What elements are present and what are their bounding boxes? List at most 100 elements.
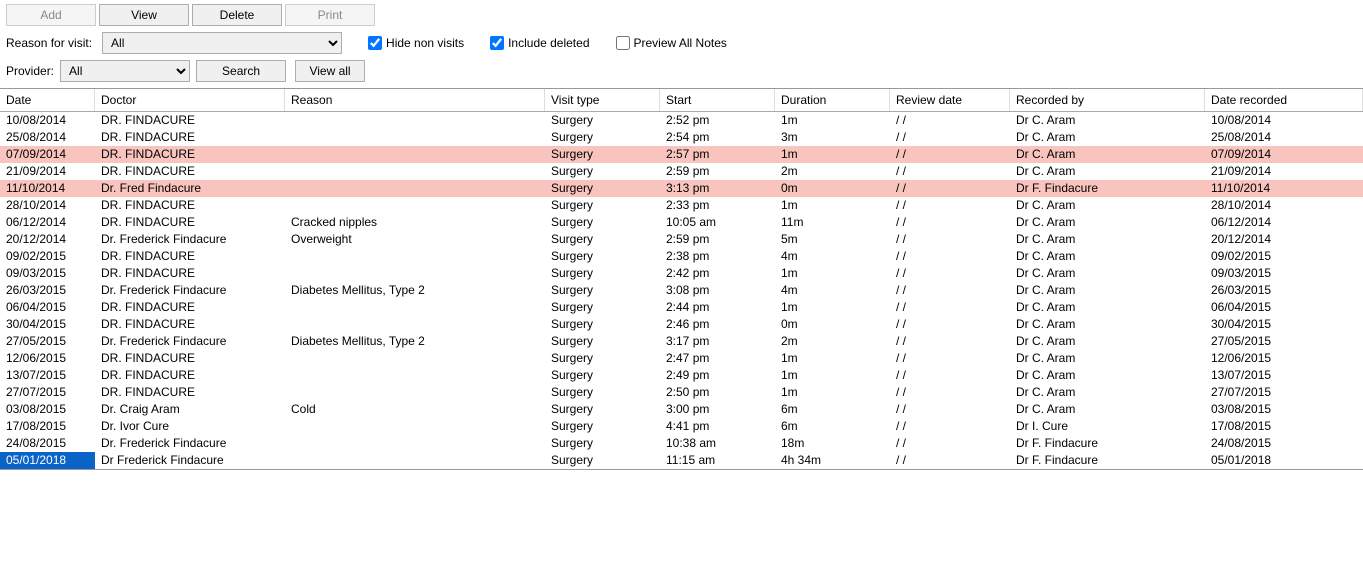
table-row[interactable]: 07/09/2014DR. FINDACURESurgery2:57 pm1m/… bbox=[0, 146, 1363, 163]
include-deleted-checkbox[interactable] bbox=[490, 36, 504, 50]
table-row[interactable]: 21/09/2014DR. FINDACURESurgery2:59 pm2m/… bbox=[0, 163, 1363, 180]
cell-reason: Cold bbox=[285, 401, 545, 418]
cell-doctor: DR. FINDACURE bbox=[95, 299, 285, 316]
cell-review: / / bbox=[890, 435, 1010, 452]
print-button[interactable]: Print bbox=[285, 4, 375, 26]
cell-recorded_by: Dr F. Findacure bbox=[1010, 452, 1205, 469]
preview-all-notes-label[interactable]: Preview All Notes bbox=[634, 36, 727, 50]
cell-doctor: DR. FINDACURE bbox=[95, 384, 285, 401]
table-row[interactable]: 20/12/2014Dr. Frederick FindacureOverwei… bbox=[0, 231, 1363, 248]
table-row[interactable]: 09/03/2015DR. FINDACURESurgery2:42 pm1m/… bbox=[0, 265, 1363, 282]
col-date-recorded[interactable]: Date recorded bbox=[1205, 89, 1363, 111]
view-all-button[interactable]: View all bbox=[295, 60, 365, 82]
cell-start: 2:52 pm bbox=[660, 112, 775, 129]
table-row[interactable]: 12/06/2015DR. FINDACURESurgery2:47 pm1m/… bbox=[0, 350, 1363, 367]
cell-visit: Surgery bbox=[545, 231, 660, 248]
cell-recorded_by: Dr C. Aram bbox=[1010, 282, 1205, 299]
table-row[interactable]: 30/04/2015DR. FINDACURESurgery2:46 pm0m/… bbox=[0, 316, 1363, 333]
table-row[interactable]: 06/04/2015DR. FINDACURESurgery2:44 pm1m/… bbox=[0, 299, 1363, 316]
cell-date_recorded: 24/08/2015 bbox=[1205, 435, 1363, 452]
cell-date_recorded: 13/07/2015 bbox=[1205, 367, 1363, 384]
cell-visit: Surgery bbox=[545, 350, 660, 367]
grid-header: Date Doctor Reason Visit type Start Dura… bbox=[0, 89, 1363, 112]
table-row[interactable]: 26/03/2015Dr. Frederick FindacureDiabete… bbox=[0, 282, 1363, 299]
table-row[interactable]: 03/08/2015Dr. Craig AramColdSurgery3:00 … bbox=[0, 401, 1363, 418]
cell-doctor: DR. FINDACURE bbox=[95, 163, 285, 180]
table-row[interactable]: 05/01/2018Dr Frederick FindacureSurgery1… bbox=[0, 452, 1363, 469]
cell-review: / / bbox=[890, 384, 1010, 401]
col-visit-type[interactable]: Visit type bbox=[545, 89, 660, 111]
col-date[interactable]: Date bbox=[0, 89, 95, 111]
cell-start: 2:47 pm bbox=[660, 350, 775, 367]
table-row[interactable]: 25/08/2014DR. FINDACURESurgery2:54 pm3m/… bbox=[0, 129, 1363, 146]
col-start[interactable]: Start bbox=[660, 89, 775, 111]
cell-reason bbox=[285, 146, 545, 163]
cell-date_recorded: 27/07/2015 bbox=[1205, 384, 1363, 401]
cell-date: 28/10/2014 bbox=[0, 197, 95, 214]
table-row[interactable]: 10/08/2014DR. FINDACURESurgery2:52 pm1m/… bbox=[0, 112, 1363, 129]
cell-visit: Surgery bbox=[545, 248, 660, 265]
cell-date: 26/03/2015 bbox=[0, 282, 95, 299]
cell-date: 07/09/2014 bbox=[0, 146, 95, 163]
provider-select[interactable]: All bbox=[60, 60, 190, 82]
cell-review: / / bbox=[890, 316, 1010, 333]
cell-date: 06/04/2015 bbox=[0, 299, 95, 316]
cell-date_recorded: 30/04/2015 bbox=[1205, 316, 1363, 333]
cell-reason bbox=[285, 248, 545, 265]
table-row[interactable]: 17/08/2015Dr. Ivor CureSurgery4:41 pm6m/… bbox=[0, 418, 1363, 435]
cell-recorded_by: Dr C. Aram bbox=[1010, 265, 1205, 282]
cell-date_recorded: 26/03/2015 bbox=[1205, 282, 1363, 299]
include-deleted-label[interactable]: Include deleted bbox=[508, 36, 589, 50]
col-recorded-by[interactable]: Recorded by bbox=[1010, 89, 1205, 111]
reason-select[interactable]: All bbox=[102, 32, 342, 54]
cell-duration: 2m bbox=[775, 333, 890, 350]
table-row[interactable]: 28/10/2014DR. FINDACURESurgery2:33 pm1m/… bbox=[0, 197, 1363, 214]
cell-recorded_by: Dr C. Aram bbox=[1010, 231, 1205, 248]
table-row[interactable]: 06/12/2014DR. FINDACURECracked nipplesSu… bbox=[0, 214, 1363, 231]
cell-recorded_by: Dr C. Aram bbox=[1010, 163, 1205, 180]
delete-button[interactable]: Delete bbox=[192, 4, 282, 26]
preview-all-notes-checkbox[interactable] bbox=[616, 36, 630, 50]
cell-visit: Surgery bbox=[545, 384, 660, 401]
table-row[interactable]: 11/10/2014Dr. Fred FindacureSurgery3:13 … bbox=[0, 180, 1363, 197]
toolbar-main: Add View Delete Print bbox=[0, 0, 1363, 28]
cell-visit: Surgery bbox=[545, 299, 660, 316]
cell-start: 2:44 pm bbox=[660, 299, 775, 316]
cell-doctor: Dr. Frederick Findacure bbox=[95, 435, 285, 452]
table-row[interactable]: 27/05/2015Dr. Frederick FindacureDiabete… bbox=[0, 333, 1363, 350]
cell-date: 27/07/2015 bbox=[0, 384, 95, 401]
cell-visit: Surgery bbox=[545, 452, 660, 469]
hide-non-visits-checkbox[interactable] bbox=[368, 36, 382, 50]
cell-recorded_by: Dr F. Findacure bbox=[1010, 180, 1205, 197]
add-button[interactable]: Add bbox=[6, 4, 96, 26]
cell-reason bbox=[285, 265, 545, 282]
cell-date_recorded: 10/08/2014 bbox=[1205, 112, 1363, 129]
table-row[interactable]: 13/07/2015DR. FINDACURESurgery2:49 pm1m/… bbox=[0, 367, 1363, 384]
cell-review: / / bbox=[890, 129, 1010, 146]
view-button[interactable]: View bbox=[99, 4, 189, 26]
cell-recorded_by: Dr C. Aram bbox=[1010, 248, 1205, 265]
col-doctor[interactable]: Doctor bbox=[95, 89, 285, 111]
col-review-date[interactable]: Review date bbox=[890, 89, 1010, 111]
cell-start: 2:46 pm bbox=[660, 316, 775, 333]
cell-visit: Surgery bbox=[545, 129, 660, 146]
col-reason[interactable]: Reason bbox=[285, 89, 545, 111]
cell-recorded_by: Dr C. Aram bbox=[1010, 214, 1205, 231]
cell-duration: 1m bbox=[775, 265, 890, 282]
cell-date_recorded: 07/09/2014 bbox=[1205, 146, 1363, 163]
cell-start: 2:38 pm bbox=[660, 248, 775, 265]
table-row[interactable]: 09/02/2015DR. FINDACURESurgery2:38 pm4m/… bbox=[0, 248, 1363, 265]
cell-visit: Surgery bbox=[545, 401, 660, 418]
cell-date_recorded: 28/10/2014 bbox=[1205, 197, 1363, 214]
cell-recorded_by: Dr C. Aram bbox=[1010, 129, 1205, 146]
cell-reason bbox=[285, 350, 545, 367]
cell-visit: Surgery bbox=[545, 146, 660, 163]
hide-non-visits-label[interactable]: Hide non visits bbox=[386, 36, 464, 50]
col-duration[interactable]: Duration bbox=[775, 89, 890, 111]
search-button[interactable]: Search bbox=[196, 60, 286, 82]
cell-date: 05/01/2018 bbox=[0, 452, 95, 469]
table-row[interactable]: 24/08/2015Dr. Frederick FindacureSurgery… bbox=[0, 435, 1363, 452]
cell-doctor: DR. FINDACURE bbox=[95, 265, 285, 282]
table-row[interactable]: 27/07/2015DR. FINDACURESurgery2:50 pm1m/… bbox=[0, 384, 1363, 401]
cell-start: 3:00 pm bbox=[660, 401, 775, 418]
